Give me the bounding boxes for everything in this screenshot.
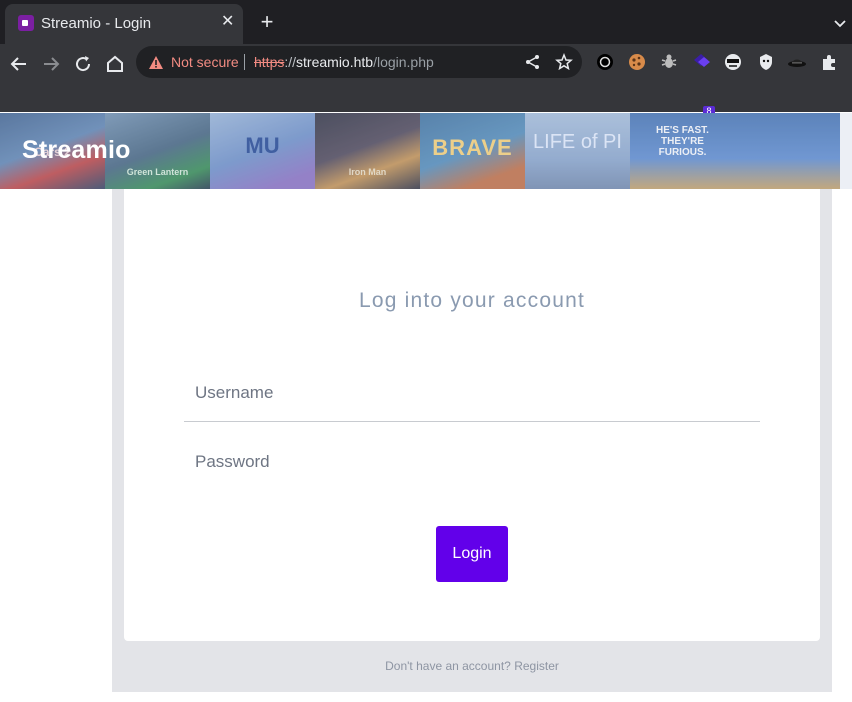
url-host: streamio.htb [296, 54, 374, 70]
chevron-down-icon[interactable] [834, 15, 846, 33]
site-logo[interactable]: Streamio [22, 136, 131, 165]
warning-icon[interactable] [148, 55, 164, 75]
hat-icon[interactable] [787, 52, 807, 72]
browser-tab[interactable]: Streamio - Login ✕ [5, 4, 243, 44]
url-separator: :// [284, 54, 297, 70]
address-bar[interactable]: Not secure https://streamio.htb/login.ph… [136, 46, 582, 78]
tab-strip: Streamio - Login ✕ + [0, 0, 852, 44]
input-underline [184, 421, 760, 422]
register-prompt: Don't have an account? Register [112, 659, 832, 673]
tab-title: Streamio - Login [41, 15, 152, 32]
share-icon[interactable] [524, 53, 542, 71]
close-tab-button[interactable]: ✕ [221, 13, 234, 31]
register-text: Don't have an account? [385, 659, 511, 673]
password-input[interactable] [184, 442, 760, 482]
camera-icon [18, 15, 34, 31]
home-icon[interactable] [103, 52, 127, 76]
wappalyzer-icon[interactable] [692, 52, 712, 72]
browser-toolbar: Not secure https://streamio.htb/login.ph… [0, 44, 852, 117]
divider [244, 54, 245, 70]
login-card: Log into your account Login [124, 189, 820, 641]
bookmark-star-icon[interactable] [555, 52, 573, 71]
login-button[interactable]: Login [436, 526, 508, 582]
back-icon[interactable] [7, 52, 31, 76]
username-input[interactable] [184, 373, 760, 413]
username-field [184, 373, 760, 422]
reload-icon[interactable] [71, 52, 95, 76]
url-scheme: https [254, 54, 285, 70]
url-path: /login.php [373, 54, 434, 70]
cookie-icon[interactable] [627, 52, 647, 72]
hero-banner: Cars 2 Green Lantern MU Iron Man BRAVE L… [0, 113, 852, 189]
register-link[interactable]: Register [514, 659, 559, 673]
password-field [184, 442, 760, 482]
mask-icon[interactable] [723, 52, 743, 72]
forward-icon[interactable] [39, 52, 63, 76]
page-title: Log into your account [358, 289, 585, 312]
shield-icon[interactable] [756, 52, 776, 72]
puzzle-icon[interactable] [819, 52, 839, 72]
bug-icon[interactable] [659, 52, 679, 72]
security-status[interactable]: Not secure [171, 54, 239, 70]
url-text[interactable]: https://streamio.htb/login.php [254, 54, 434, 70]
new-tab-button[interactable]: + [256, 11, 278, 33]
extension-circle-icon[interactable] [595, 52, 615, 72]
